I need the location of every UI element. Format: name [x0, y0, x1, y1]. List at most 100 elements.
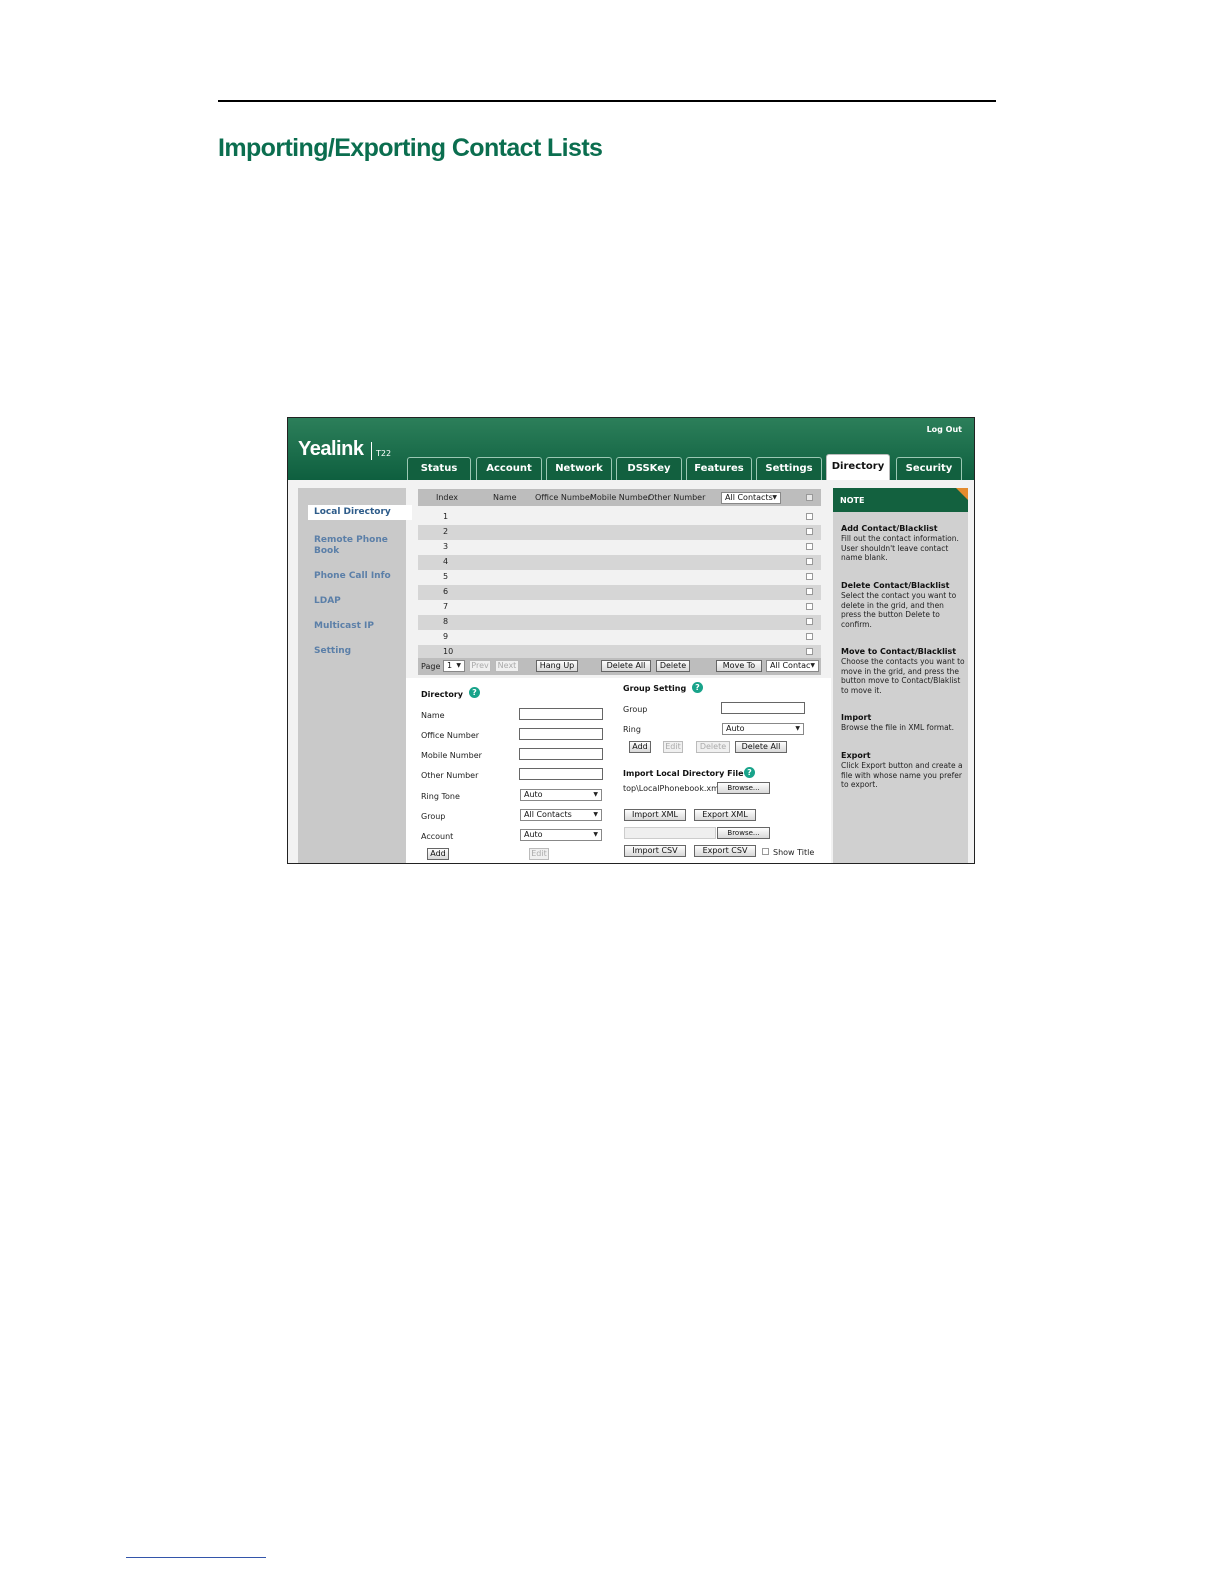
row-checkbox[interactable] [806, 588, 813, 595]
sidebar-item-setting[interactable]: Setting [314, 646, 351, 657]
sidebar-item-multicast-ip[interactable]: Multicast IP [314, 621, 374, 632]
chevron-down-icon: ▼ [593, 831, 598, 838]
table-row[interactable]: 4 [418, 555, 821, 570]
mobile-number-input[interactable] [519, 748, 603, 760]
add-group-button[interactable]: Add [629, 741, 651, 753]
ring-tone-label: Ring Tone [421, 792, 460, 801]
tab-security[interactable]: Security [896, 457, 962, 480]
chevron-down-icon: ▼ [456, 662, 461, 669]
move-target-select[interactable]: All Contac ▼ [766, 660, 819, 672]
help-icon[interactable]: ? [744, 767, 755, 778]
table-row[interactable]: 5 [418, 570, 821, 585]
move-to-button[interactable]: Move To [716, 660, 762, 672]
note-text-move: Choose the contacts you want to move in … [841, 657, 965, 695]
grid-footer: Page 1 ▼ Prev Next Hang Up Delete All Del… [418, 658, 821, 675]
office-number-label: Office Number [421, 731, 480, 740]
sidebar-item-local-directory[interactable]: Local Directory [308, 505, 412, 520]
table-row[interactable]: 3 [418, 540, 821, 555]
row-checkbox[interactable] [806, 558, 813, 565]
row-index: 10 [443, 647, 454, 656]
chevron-down-icon: ▼ [795, 725, 800, 732]
row-checkbox[interactable] [806, 528, 813, 535]
note-text-add: Fill out the contact information. User s… [841, 534, 959, 562]
next-button[interactable]: Next [495, 660, 519, 672]
browse-button[interactable]: Browse... [717, 782, 770, 794]
ring-select[interactable]: Auto ▼ [722, 723, 804, 735]
tab-account[interactable]: Account [476, 457, 542, 480]
import-xml-button[interactable]: Import XML [624, 809, 686, 821]
export-xml-button[interactable]: Export XML [694, 809, 756, 821]
row-checkbox[interactable] [806, 633, 813, 640]
prev-button[interactable]: Prev [469, 660, 491, 672]
row-checkbox[interactable] [806, 618, 813, 625]
csv-file-input[interactable] [624, 827, 716, 839]
ring-tone-select[interactable]: Auto ▼ [520, 789, 602, 801]
show-title-label: Show Title [773, 848, 815, 857]
row-index: 2 [443, 527, 449, 536]
group-label: Group [421, 812, 446, 821]
table-row[interactable]: 7 [418, 600, 821, 615]
delete-all-button[interactable]: Delete All [601, 660, 651, 672]
other-number-input[interactable] [519, 768, 603, 780]
note-heading-add: Add Contact/Blacklist [841, 524, 938, 533]
import-file-path: top\LocalPhonebook.xml [623, 784, 722, 793]
group-name-input[interactable] [721, 702, 805, 714]
table-row[interactable]: 8 [418, 615, 821, 630]
delete-button[interactable]: Delete [656, 660, 690, 672]
note-title: NOTE [840, 496, 865, 505]
sidebar-item-ldap[interactable]: LDAP [314, 596, 341, 607]
note-corner-icon [956, 488, 968, 500]
group-select[interactable]: All Contacts ▼ [520, 809, 602, 821]
row-index: 9 [443, 632, 449, 641]
row-checkbox[interactable] [806, 603, 813, 610]
section-heading: Importing/Exporting Contact Lists [218, 134, 603, 162]
select-all-checkbox[interactable] [806, 494, 813, 501]
tab-directory[interactable]: Directory [826, 454, 890, 480]
row-checkbox[interactable] [806, 543, 813, 550]
edit-contact-button[interactable]: Edit [529, 848, 549, 860]
edit-group-button[interactable]: Edit [663, 741, 683, 753]
row-checkbox[interactable] [806, 513, 813, 520]
row-checkbox[interactable] [806, 573, 813, 580]
note-panel: NOTE Add Contact/Blacklist Fill out the … [833, 488, 968, 863]
show-title-checkbox[interactable] [762, 848, 769, 855]
page-label: Page [421, 662, 441, 671]
table-row[interactable]: 6 [418, 585, 821, 600]
browse-csv-button[interactable]: Browse... [717, 827, 770, 839]
row-checkbox[interactable] [806, 648, 813, 655]
add-contact-button[interactable]: Add [427, 848, 449, 860]
table-row[interactable]: 9 [418, 630, 821, 645]
hang-up-button[interactable]: Hang Up [536, 660, 578, 672]
model-label: T22 [376, 449, 392, 458]
export-csv-button[interactable]: Export CSV [694, 845, 756, 857]
tab-status[interactable]: Status [407, 457, 471, 480]
group-filter-select[interactable]: All Contacts ▼ [721, 492, 781, 504]
grid-header: Index Name Office Number Mobile Number O… [418, 489, 821, 506]
tab-dsskey[interactable]: DSSKey [616, 457, 682, 480]
help-icon[interactable]: ? [692, 682, 703, 693]
help-icon[interactable]: ? [469, 687, 480, 698]
import-csv-button[interactable]: Import CSV [624, 845, 686, 857]
tab-network[interactable]: Network [546, 457, 612, 480]
sidebar: Local Directory Remote Phone Book Phone … [298, 488, 412, 863]
column-header-name: Name [493, 493, 517, 502]
delete-all-groups-button[interactable]: Delete All [735, 741, 787, 753]
page-value: 1 [447, 661, 453, 670]
account-select[interactable]: Auto ▼ [520, 829, 602, 841]
ring-tone-value: Auto [524, 790, 543, 799]
account-value: Auto [524, 830, 543, 839]
import-file-title: Import Local Directory File [623, 769, 744, 778]
office-number-input[interactable] [519, 728, 603, 740]
chevron-down-icon: ▼ [772, 494, 777, 501]
page-select[interactable]: 1 ▼ [443, 660, 465, 672]
sidebar-item-phone-call-info[interactable]: Phone Call Info [314, 571, 391, 582]
delete-group-button[interactable]: Delete [696, 741, 730, 753]
name-input[interactable] [519, 708, 603, 720]
sidebar-item-remote-phone-book[interactable]: Remote Phone Book [314, 535, 394, 557]
table-row[interactable]: 2 [418, 525, 821, 540]
logout-link[interactable]: Log Out [927, 425, 962, 434]
table-row[interactable]: 1 [418, 510, 821, 525]
ring-value: Auto [726, 724, 745, 733]
tab-settings[interactable]: Settings [756, 457, 822, 480]
tab-features[interactable]: Features [686, 457, 752, 480]
